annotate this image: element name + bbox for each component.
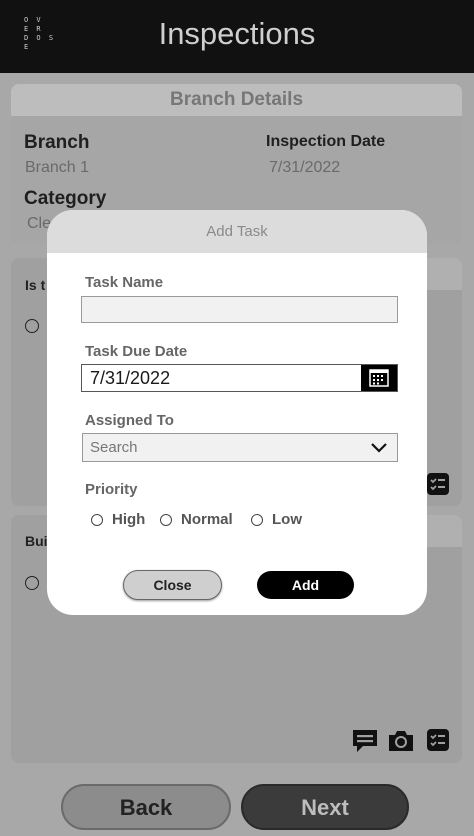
calendar-icon[interactable] xyxy=(361,365,397,391)
next-button[interactable]: Next xyxy=(241,784,409,830)
checklist-icon[interactable] xyxy=(426,472,452,498)
assigned-to-label: Assigned To xyxy=(85,412,174,429)
priority-option-high[interactable]: High xyxy=(91,511,145,528)
add-button[interactable]: Add xyxy=(257,571,354,599)
task-name-input[interactable] xyxy=(81,296,398,323)
assigned-to-combobox[interactable]: Search xyxy=(82,433,398,462)
radio-circle[interactable] xyxy=(91,513,103,526)
inspection-date-value: 7/31/2022 xyxy=(269,159,341,176)
back-button[interactable]: Back xyxy=(61,784,231,830)
app-header: O V E R D O S E Inspections xyxy=(0,0,474,73)
answer-radio[interactable] xyxy=(25,576,39,590)
inspection-date-label: Inspection Date xyxy=(266,133,386,150)
due-date-label: Task Due Date xyxy=(85,343,188,360)
due-date-field[interactable]: 7/31/2022 xyxy=(81,364,398,392)
checklist-icon[interactable] xyxy=(426,728,452,754)
comment-icon[interactable] xyxy=(351,728,377,754)
branch-value: Branch 1 xyxy=(25,159,90,176)
question-text: Bui xyxy=(25,533,48,549)
due-date-value: 7/31/2022 xyxy=(90,368,171,388)
branch-details-heading: Branch Details xyxy=(11,84,462,116)
camera-icon[interactable] xyxy=(387,728,413,754)
priority-option-low[interactable]: Low xyxy=(251,511,302,528)
assigned-to-placeholder: Search xyxy=(90,439,138,456)
radio-circle[interactable] xyxy=(251,513,263,526)
radio-circle[interactable] xyxy=(160,513,172,526)
priority-option-normal[interactable]: Normal xyxy=(160,511,233,528)
priority-label: Priority xyxy=(85,481,138,498)
category-label: Category xyxy=(24,188,107,209)
question-text: Is t xyxy=(25,277,46,293)
page-title: Inspections xyxy=(158,16,316,51)
answer-radio[interactable] xyxy=(25,319,39,333)
chevron-down-icon[interactable] xyxy=(370,440,388,461)
branch-label: Branch xyxy=(24,132,90,153)
close-button[interactable]: Close xyxy=(123,570,222,600)
add-task-dialog: Add Task Task Name Task Due Date 7/31/20… xyxy=(47,210,427,615)
task-name-label: Task Name xyxy=(85,274,164,291)
dialog-title: Add Task xyxy=(47,210,427,253)
